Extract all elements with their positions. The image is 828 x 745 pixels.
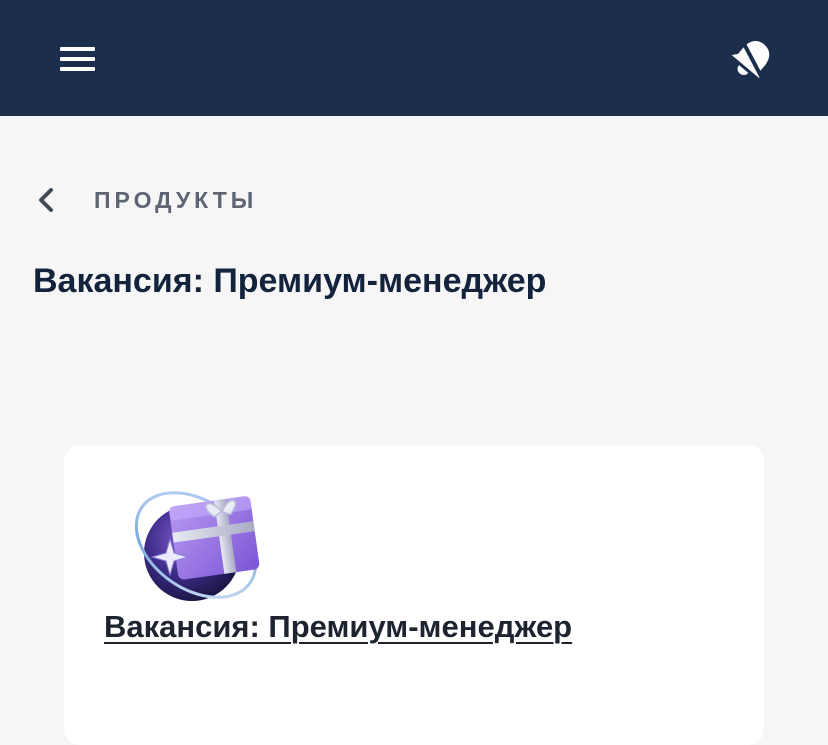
chevron-left-icon xyxy=(32,185,62,215)
menu-line xyxy=(60,67,95,71)
page-title: Вакансия: Премиум-менеджер xyxy=(33,262,547,300)
breadcrumb-back-link[interactable]: ПРОДУКТЫ xyxy=(32,178,257,222)
notifications-button[interactable] xyxy=(726,34,778,84)
vacancy-card: Вакансия: Премиум-менеджер xyxy=(64,445,764,745)
top-navigation-bar xyxy=(0,0,828,116)
menu-line xyxy=(60,47,95,51)
vacancy-link[interactable]: Вакансия: Премиум-менеджер xyxy=(104,609,572,645)
breadcrumb-label: ПРОДУКТЫ xyxy=(94,186,258,213)
hamburger-menu-button[interactable] xyxy=(58,44,98,74)
menu-line xyxy=(60,57,95,61)
gift-box-orbit-icon xyxy=(134,483,264,607)
bell-off-icon xyxy=(731,38,770,80)
